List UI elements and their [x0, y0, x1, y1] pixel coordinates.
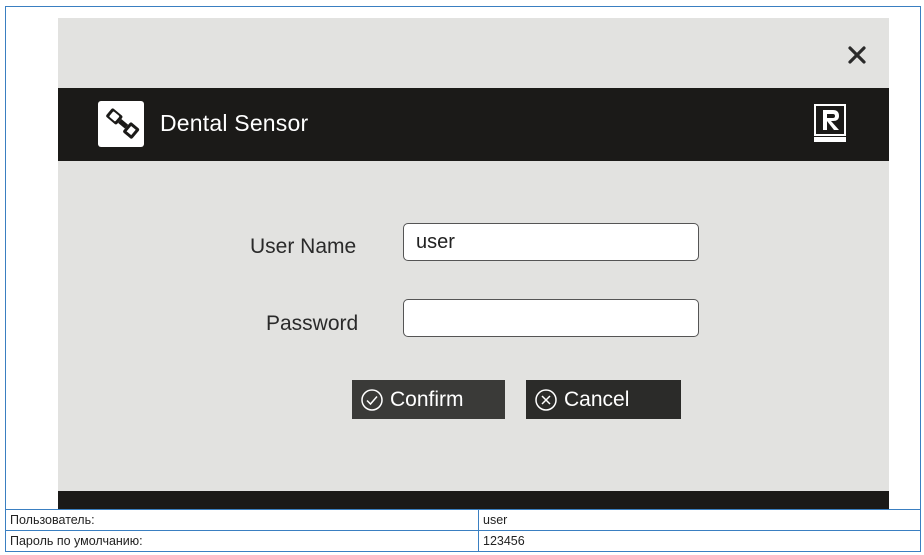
confirm-label: Confirm [390, 387, 464, 411]
check-circle-icon [361, 388, 383, 411]
login-dialog: Dental Sensor User Name Password [58, 18, 889, 509]
username-input[interactable] [403, 223, 699, 261]
refine-logo [811, 103, 849, 145]
confirm-button[interactable]: Confirm [352, 380, 505, 419]
password-input[interactable] [403, 299, 699, 337]
x-circle-icon [535, 388, 557, 411]
page: Dental Sensor User Name Password [0, 0, 924, 555]
title-bar: Dental Sensor [58, 88, 889, 161]
table-row: Пароль по умолчанию: 123456 [5, 530, 921, 552]
table-row: Пользователь: user [5, 509, 921, 531]
table-cell-value: 123456 [478, 530, 921, 552]
cancel-label: Cancel [564, 387, 630, 411]
table-cell-value: user [478, 509, 921, 531]
username-label: User Name [250, 235, 357, 258]
close-icon [848, 46, 866, 64]
screenshot-frame: Dental Sensor User Name Password [5, 6, 921, 510]
dental-sensor-icon [98, 101, 144, 147]
password-label: Password [266, 312, 359, 335]
table-cell-key: Пароль по умолчанию: [5, 530, 479, 552]
dialog-footer-bar [58, 491, 889, 509]
table-cell-key: Пользователь: [5, 509, 479, 531]
cancel-button[interactable]: Cancel [526, 380, 681, 419]
close-button[interactable] [843, 41, 871, 69]
app-title: Dental Sensor [160, 110, 309, 136]
credentials-table: Пользователь: user Пароль по умолчанию: … [5, 509, 921, 552]
